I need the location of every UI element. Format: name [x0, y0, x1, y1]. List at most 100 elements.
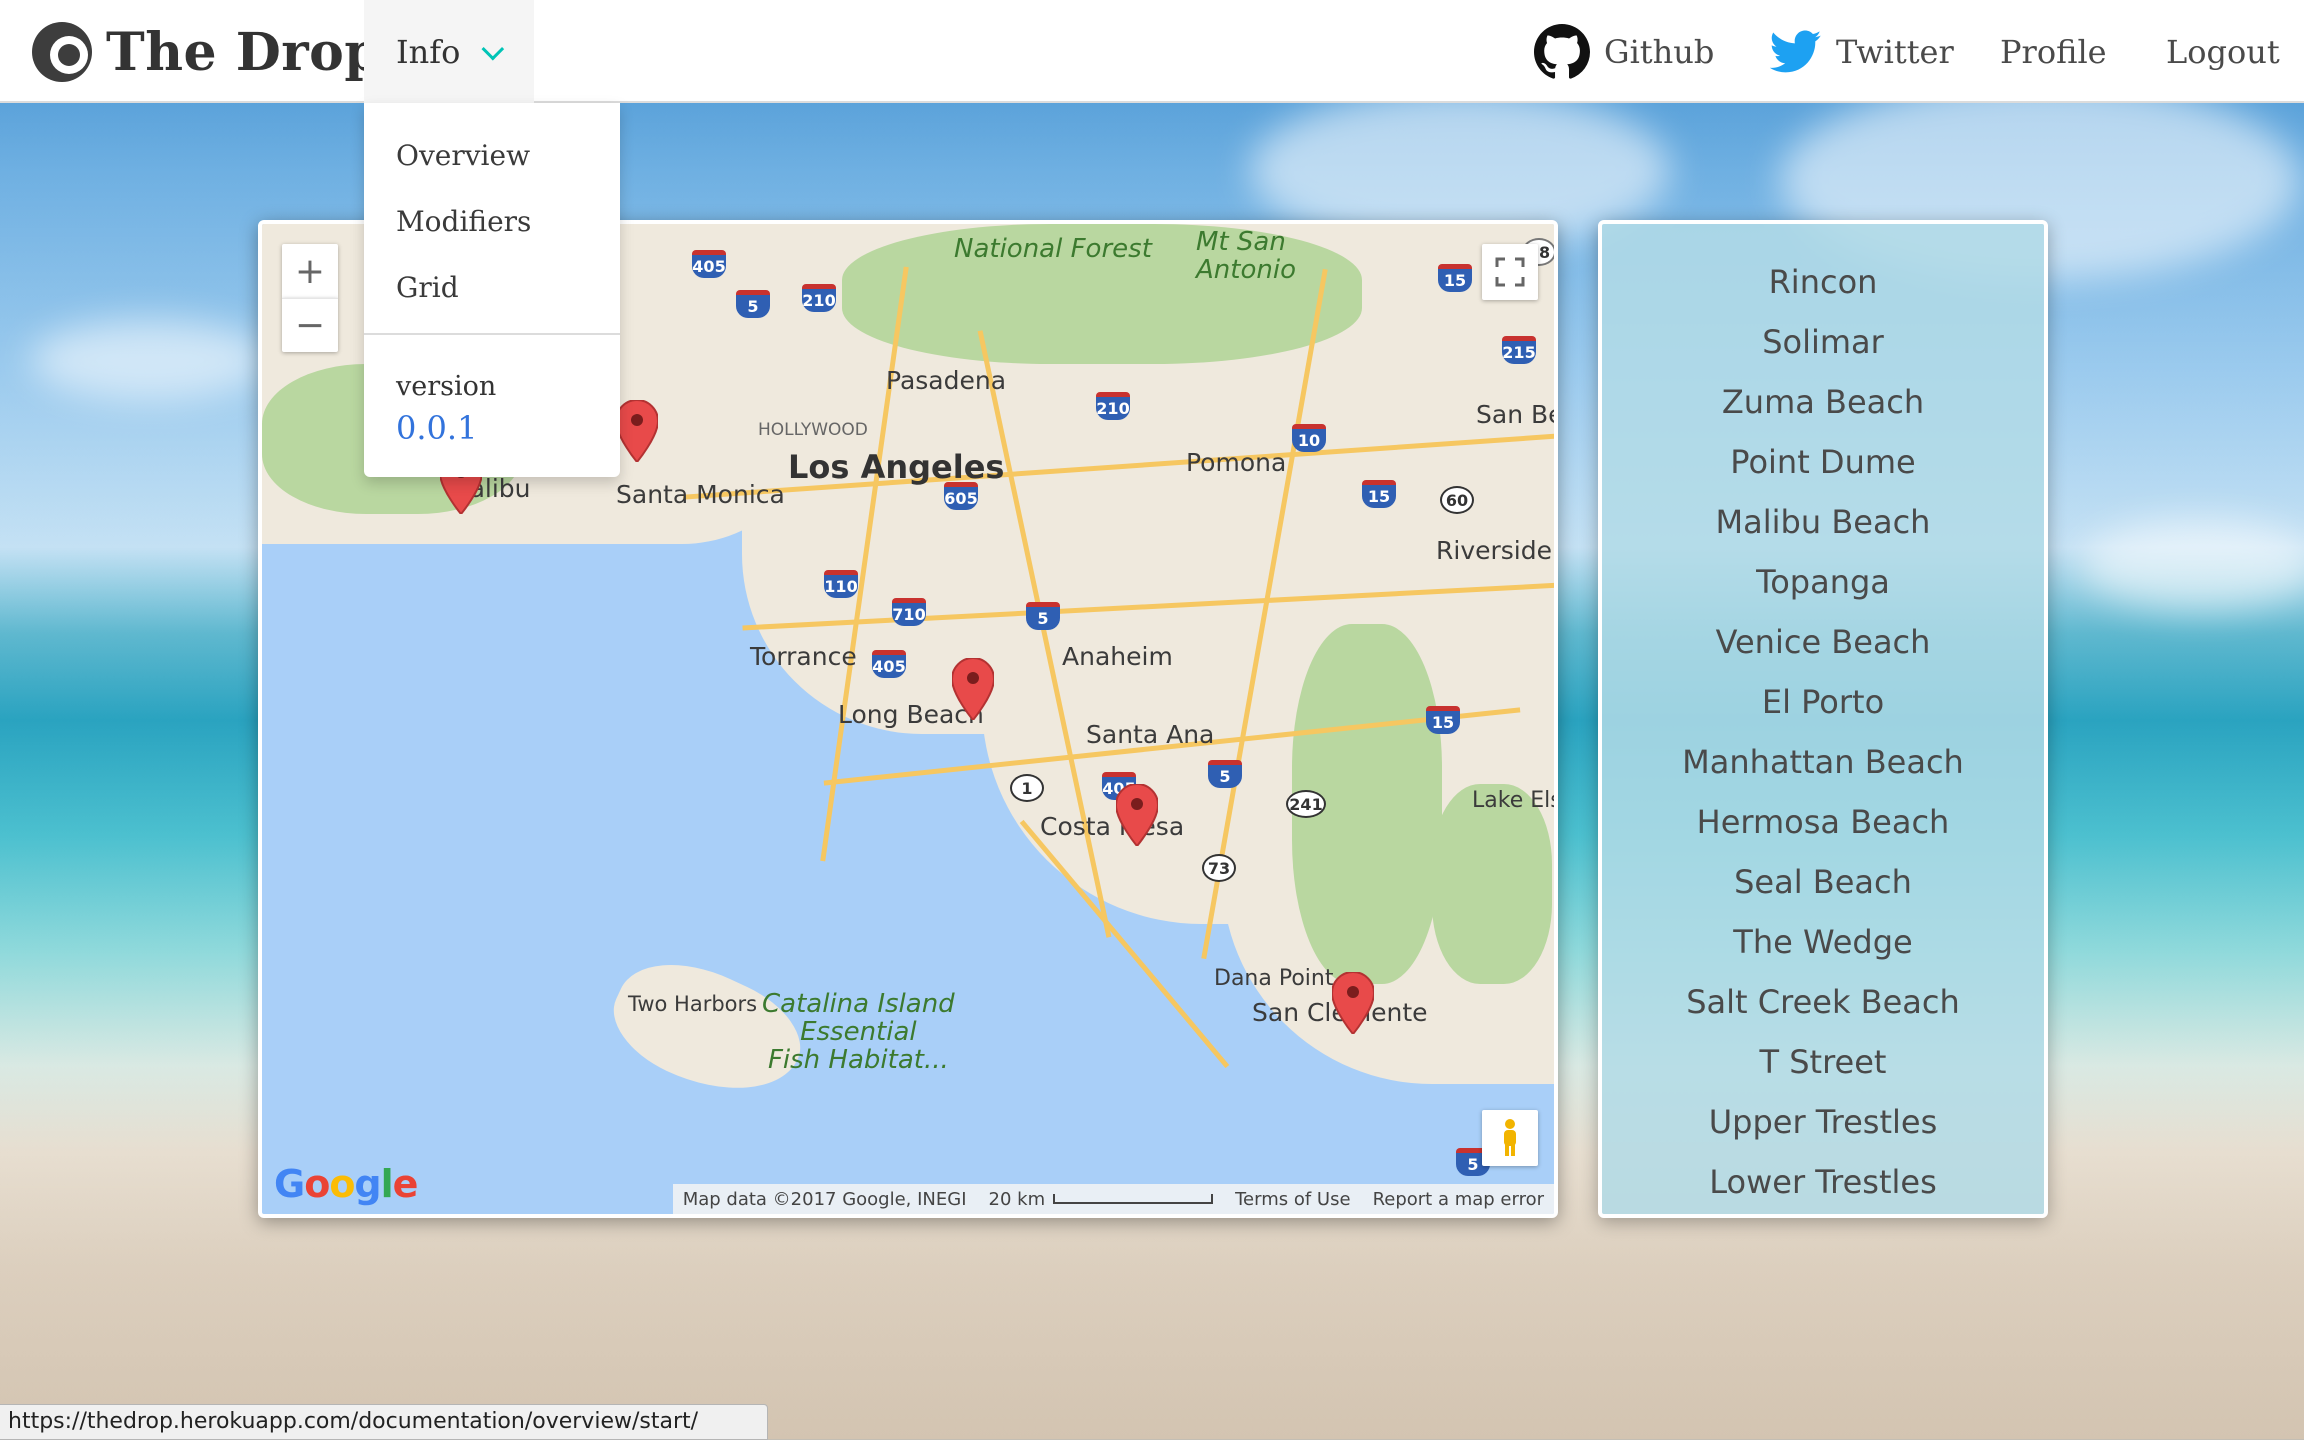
beach-item[interactable]: Lower Trestles	[1602, 1152, 2044, 1212]
map-label: Santa Monica	[616, 480, 785, 509]
dropdown-item-overview[interactable]: Overview	[396, 139, 530, 172]
info-dropdown-menu: Overview Modifiers Grid version 0.0.1	[364, 103, 620, 477]
beach-item[interactable]: Manhattan Beach	[1602, 732, 2044, 792]
beach-pin[interactable]	[1116, 784, 1158, 846]
version-value: 0.0.1	[396, 409, 478, 447]
top-navbar: The Drop Info Github Twitter Profile Log…	[0, 0, 2304, 103]
map-scale-label: 20 km	[988, 1188, 1046, 1210]
pegman-icon	[1504, 1119, 1516, 1156]
twitter-label: Twitter	[1836, 32, 1954, 71]
map-label: Santa Ana	[1086, 720, 1215, 749]
beach-item[interactable]: Upper Trestles	[1602, 1092, 2044, 1152]
browser-status-url: https://thedrop.herokuapp.com/documentat…	[0, 1404, 768, 1440]
beach-item[interactable]: El Porto	[1602, 672, 2044, 732]
beach-item[interactable]: Malibu Beach	[1602, 492, 2044, 552]
map-park	[1432, 784, 1552, 984]
map-label: Los Angeles	[788, 448, 1005, 486]
freeway-shield: 710	[892, 598, 926, 626]
map-scale: 20 km	[989, 1189, 1214, 1210]
freeway-shield: 5	[1208, 760, 1242, 788]
freeway-shield: 241	[1286, 790, 1326, 818]
wave-logo-icon	[32, 22, 92, 82]
beach-pin[interactable]	[1332, 972, 1374, 1034]
freeway-shield: 605	[944, 482, 978, 510]
dropdown-item-modifiers[interactable]: Modifiers	[396, 205, 531, 238]
freeway-shield: 405	[872, 650, 906, 678]
freeway-shield: 210	[802, 284, 836, 312]
freeway-shield: 73	[1202, 854, 1236, 882]
freeway-shield: 110	[824, 570, 858, 598]
map-label: Anaheim	[1062, 642, 1173, 671]
brand-name: The Drop	[106, 21, 382, 83]
freeway-shield: 5	[1026, 602, 1060, 630]
beach-item[interactable]: Venice Beach	[1602, 612, 2044, 672]
freeway-shield: 5	[736, 290, 770, 318]
map-label: Dana Point	[1214, 966, 1334, 991]
beach-item[interactable]: Zuma Beach	[1602, 372, 2044, 432]
info-menu-toggle[interactable]: Info	[364, 0, 534, 103]
twitter-link[interactable]: Twitter	[1770, 0, 1954, 103]
terms-of-use-link[interactable]: Terms of Use	[1235, 1189, 1350, 1210]
map-label: Catalina Island Essential Fish Habitat..…	[762, 989, 955, 1075]
street-view-pegman[interactable]	[1482, 1110, 1538, 1166]
map-label: Pomona	[1186, 448, 1287, 477]
map-label: Mt San Antonio	[1196, 227, 1296, 285]
fullscreen-icon	[1495, 257, 1525, 287]
map-label: HOLLYWOOD	[758, 420, 868, 440]
freeway-shield: 1	[1010, 774, 1044, 802]
cloud	[2080, 520, 2304, 610]
github-link[interactable]: Github	[1534, 0, 1714, 103]
beach-item[interactable]: Rincon	[1602, 252, 2044, 312]
profile-link[interactable]: Profile	[2000, 0, 2107, 103]
dropdown-divider	[364, 333, 620, 335]
beach-item[interactable]: Hermosa Beach	[1602, 792, 2044, 852]
map-label: San Be	[1476, 400, 1558, 429]
map-data-credit: Map data ©2017 Google, INEGI	[682, 1188, 967, 1210]
beach-list-panel: Rincon Solimar Zuma Beach Point Dume Mal…	[1598, 220, 2048, 1218]
map-label: Pasadena	[886, 366, 1007, 395]
map-label: Two Harbors	[628, 992, 758, 1016]
beach-pin[interactable]	[616, 400, 658, 462]
zoom-out-button[interactable]: −	[282, 298, 338, 352]
beach-item[interactable]: T Street	[1602, 1032, 2044, 1092]
freeway-shield: 15	[1426, 706, 1460, 734]
profile-label: Profile	[2000, 32, 2107, 71]
beach-item[interactable]: Point Dume	[1602, 432, 2044, 492]
beach-pin[interactable]	[952, 658, 994, 720]
logout-label: Logout	[2166, 32, 2280, 71]
map-label: Riverside	[1436, 536, 1552, 565]
logout-link[interactable]: Logout	[2166, 0, 2280, 103]
zoom-in-button[interactable]: +	[282, 244, 338, 298]
freeway-shield: 15	[1362, 480, 1396, 508]
map-label: Costa Mesa	[1040, 812, 1185, 841]
cloud	[30, 320, 270, 400]
freeway-shield: 10	[1292, 424, 1326, 452]
freeway-shield: 215	[1502, 336, 1536, 364]
beach-item[interactable]: Topanga	[1602, 552, 2044, 612]
google-logo: Google	[274, 1162, 418, 1206]
brand-link[interactable]: The Drop	[32, 21, 382, 83]
info-menu-label: Info	[396, 32, 461, 71]
twitter-icon	[1770, 30, 1822, 72]
beach-list: Rincon Solimar Zuma Beach Point Dume Mal…	[1602, 224, 2044, 1212]
chevron-down-icon	[481, 37, 505, 60]
dropdown-item-grid[interactable]: Grid	[396, 271, 459, 304]
report-map-error-link[interactable]: Report a map error	[1373, 1189, 1544, 1210]
map-scale-bar	[1053, 1194, 1214, 1204]
freeway-shield: 405	[692, 250, 726, 278]
map-attribution-bar: Map data ©2017 Google, INEGI 20 km Terms…	[672, 1184, 1554, 1214]
beach-item[interactable]: Seal Beach	[1602, 852, 2044, 912]
map-label: Lake Els	[1472, 788, 1558, 813]
fullscreen-button[interactable]	[1482, 244, 1538, 300]
freeway-shield: 210	[1096, 392, 1130, 420]
github-label: Github	[1604, 32, 1715, 71]
freeway-shield: 15	[1438, 264, 1472, 292]
beach-item[interactable]: Solimar	[1602, 312, 2044, 372]
freeway-shield: 60	[1440, 486, 1474, 514]
beach-item[interactable]: The Wedge	[1602, 912, 2044, 972]
map-label: Torrance	[750, 642, 857, 671]
beach-item[interactable]: Salt Creek Beach	[1602, 972, 2044, 1032]
map-label: National Forest	[954, 234, 1152, 264]
version-label: version	[396, 371, 497, 402]
github-icon	[1534, 23, 1590, 79]
